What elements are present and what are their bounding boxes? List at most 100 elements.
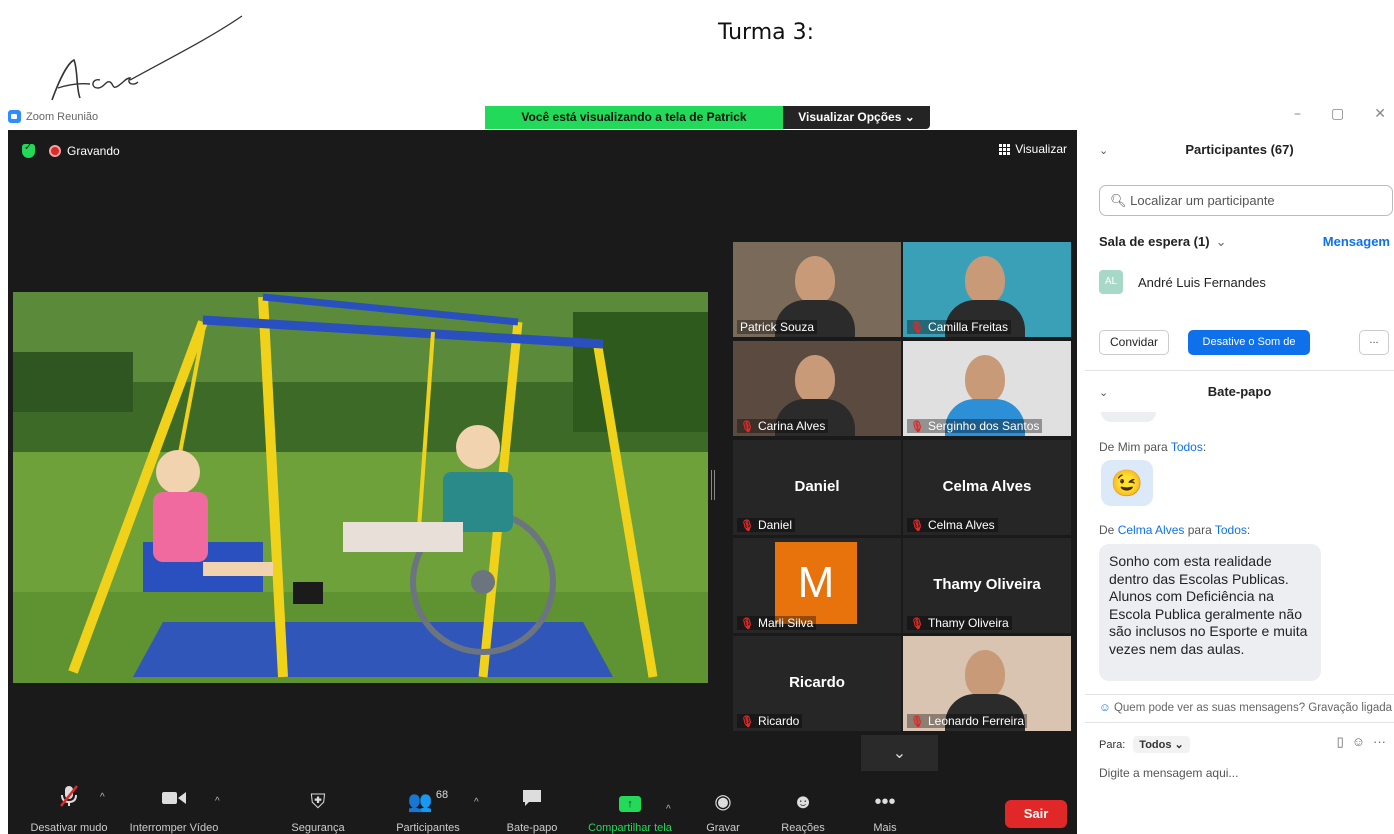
view-options-button[interactable]: Visualizar Opções ⌄ <box>783 106 930 129</box>
compose-tools: ▯ ☺ ··· <box>1337 734 1386 750</box>
muted-mic-icon: 🎙︎ <box>740 617 754 630</box>
chat-title: Bate-papo <box>1207 384 1272 399</box>
muted-mic-icon: 🎙︎ <box>740 420 754 433</box>
chat-message-input[interactable]: Digite a mensagem aqui... <box>1099 766 1238 780</box>
window-controls: – ▢ ✕ <box>1294 106 1386 122</box>
leave-button[interactable]: Sair <box>1005 800 1067 828</box>
chat-button[interactable]: Bate-papo <box>502 788 562 834</box>
meeting-area: Gravando Visualizar <box>8 130 1077 834</box>
message-header: De Celma Alves para Todos: <box>1099 523 1250 537</box>
ellipsis-icon: ••• <box>874 791 896 813</box>
participant-video-tile[interactable]: 🎙︎ Camilla Freitas <box>903 242 1071 337</box>
participant-name-text: Marli Silva <box>757 616 814 630</box>
who-can-see-text: Quem pode ver as suas mensagens? Gravaçã… <box>1113 702 1393 714</box>
mute-options-caret-icon[interactable]: ^ <box>100 792 105 803</box>
muted-microphone-icon <box>14 784 124 814</box>
waiting-room-message-link[interactable]: Mensagem <box>1323 234 1390 249</box>
share-banner-text: Você está visualizando a tela de Patrick… <box>485 106 783 147</box>
gallery-grid-icon <box>999 143 1011 155</box>
view-button[interactable]: Visualizar <box>999 142 1067 156</box>
participant-video-tile[interactable]: 🎙︎ Leonardo Ferreira <box>903 636 1071 731</box>
participant-video-tile[interactable]: Daniel 🎙︎ Daniel <box>733 440 901 535</box>
waiting-participant-name[interactable]: André Luis Fernandes <box>1138 275 1266 290</box>
recipient-dropdown[interactable]: Todos ⌄ <box>1133 736 1190 753</box>
status-bar: Gravando <box>22 142 120 158</box>
participants-label: Participantes <box>396 822 460 834</box>
muted-mic-icon: 🎙︎ <box>910 321 924 334</box>
participant-name-text: Serginho dos Santos <box>927 419 1040 433</box>
search-placeholder: Localizar um participante <box>1130 193 1275 208</box>
participant-video-tile[interactable]: M 🎙︎ Marli Silva <box>733 538 901 633</box>
invite-button[interactable]: Convidar <box>1099 330 1169 355</box>
share-screen-icon: ↑ <box>619 796 641 812</box>
participant-display-name: Celma Alves <box>942 478 1032 495</box>
record-button[interactable]: ◉ Gravar <box>703 789 743 834</box>
recipient-link[interactable]: Todos <box>1215 523 1247 537</box>
participant-silhouette <box>965 355 1005 403</box>
minimize-icon[interactable]: – <box>1294 106 1301 122</box>
share-screen-button[interactable]: ↑ ^ Compartilhar tela <box>580 796 680 834</box>
participant-name-text: Daniel <box>757 518 792 532</box>
restore-icon[interactable]: ▢ <box>1331 106 1344 122</box>
participants-options-caret-icon[interactable]: ^ <box>474 797 479 808</box>
participant-name-text: Thamy Oliveira <box>927 616 1009 630</box>
close-icon[interactable]: ✕ <box>1374 106 1386 122</box>
participants-title: Participantes (67) <box>1185 142 1294 157</box>
participants-button[interactable]: 👥 68 ^ Participantes <box>388 789 479 834</box>
chat-label: Bate-papo <box>506 822 558 834</box>
mute-all-button[interactable]: Desative o Som de Todos <box>1188 330 1310 373</box>
file-icon[interactable]: ▯ <box>1337 734 1344 750</box>
recipient-selector: Para: Todos ⌄ <box>1099 736 1190 753</box>
panel-divider-handle[interactable] <box>711 470 715 500</box>
participants-more-button[interactable]: ... <box>1359 330 1389 355</box>
participant-video-tile[interactable]: 🎙︎ Carina Alves <box>733 341 901 436</box>
recipient-link[interactable]: Todos <box>1171 440 1203 454</box>
sender-link[interactable]: Celma Alves <box>1118 523 1185 537</box>
search-icon: 🔍︎ <box>1110 193 1127 208</box>
encryption-shield-icon[interactable] <box>22 142 35 158</box>
mute-label: Desativar mudo <box>30 822 108 834</box>
recording-indicator[interactable]: Gravando <box>49 144 120 158</box>
mute-button[interactable]: ^ Desativar mudo <box>14 784 124 834</box>
participant-video-tile[interactable]: Ricardo 🎙︎ Ricardo <box>733 636 901 731</box>
who-can-see-messages-link[interactable]: ☺ Quem pode ver as suas mensagens? Grava… <box>1085 697 1394 719</box>
more-label: Mais <box>873 822 897 834</box>
chevron-down-icon: ⌄ <box>892 743 907 762</box>
share-options-caret-icon[interactable]: ^ <box>666 804 671 815</box>
emoji-icon[interactable]: ☺ <box>1352 734 1365 750</box>
security-button[interactable]: ⛨ Segurança <box>286 791 350 834</box>
waiting-room-toggle[interactable]: Sala de espera (1) ⌄ <box>1099 234 1226 250</box>
more-button[interactable]: ••• Mais <box>870 791 900 834</box>
header-suffix: : <box>1246 523 1251 537</box>
window-title: Zoom Reunião <box>8 110 98 123</box>
security-label: Segurança <box>291 822 345 834</box>
participant-name-label: 🎙︎ Leonardo Ferreira <box>907 714 1028 728</box>
to-prefix: para <box>1184 523 1215 537</box>
participant-video-tile[interactable]: Celma Alves 🎙︎ Celma Alves <box>903 440 1071 535</box>
waiting-room-label: Sala de espera (1) <box>1099 234 1210 249</box>
participant-name-text: Camilla Freitas <box>927 320 1008 334</box>
participant-video-tile[interactable]: Patrick Souza <box>733 242 901 337</box>
reactions-button[interactable]: ☻ Reações <box>778 791 828 834</box>
video-label: Interromper Vídeo <box>129 822 219 834</box>
video-camera-icon <box>119 788 229 814</box>
participant-search-input[interactable]: 🔍︎ Localizar um participante <box>1099 185 1393 216</box>
reactions-label: Reações <box>781 822 825 834</box>
participant-silhouette <box>795 256 835 304</box>
video-options-caret-icon[interactable]: ^ <box>215 796 220 807</box>
gallery-next-page-button[interactable]: ⌄ <box>861 735 938 771</box>
participant-video-tile[interactable]: Thamy Oliveira 🎙︎ Thamy Oliveira <box>903 538 1071 633</box>
to-label: Para: <box>1099 738 1126 751</box>
record-icon: ◉ <box>714 791 732 813</box>
participant-name-text: Leonardo Ferreira <box>927 714 1025 728</box>
people-icon: ☺ <box>1099 702 1111 714</box>
participant-display-name: Thamy Oliveira <box>933 576 1041 593</box>
stop-video-button[interactable]: ^ Interromper Vídeo <box>119 788 229 834</box>
participant-video-tile[interactable]: 🎙︎ Serginho dos Santos <box>903 341 1071 436</box>
participant-name-label: 🎙︎ Ricardo <box>737 714 803 728</box>
divider <box>1085 694 1394 695</box>
participant-name-label: Patrick Souza <box>737 320 818 334</box>
ellipsis-icon[interactable]: ··· <box>1373 734 1386 750</box>
muted-mic-icon: 🎙︎ <box>740 715 754 728</box>
from-prefix: De <box>1099 523 1118 537</box>
